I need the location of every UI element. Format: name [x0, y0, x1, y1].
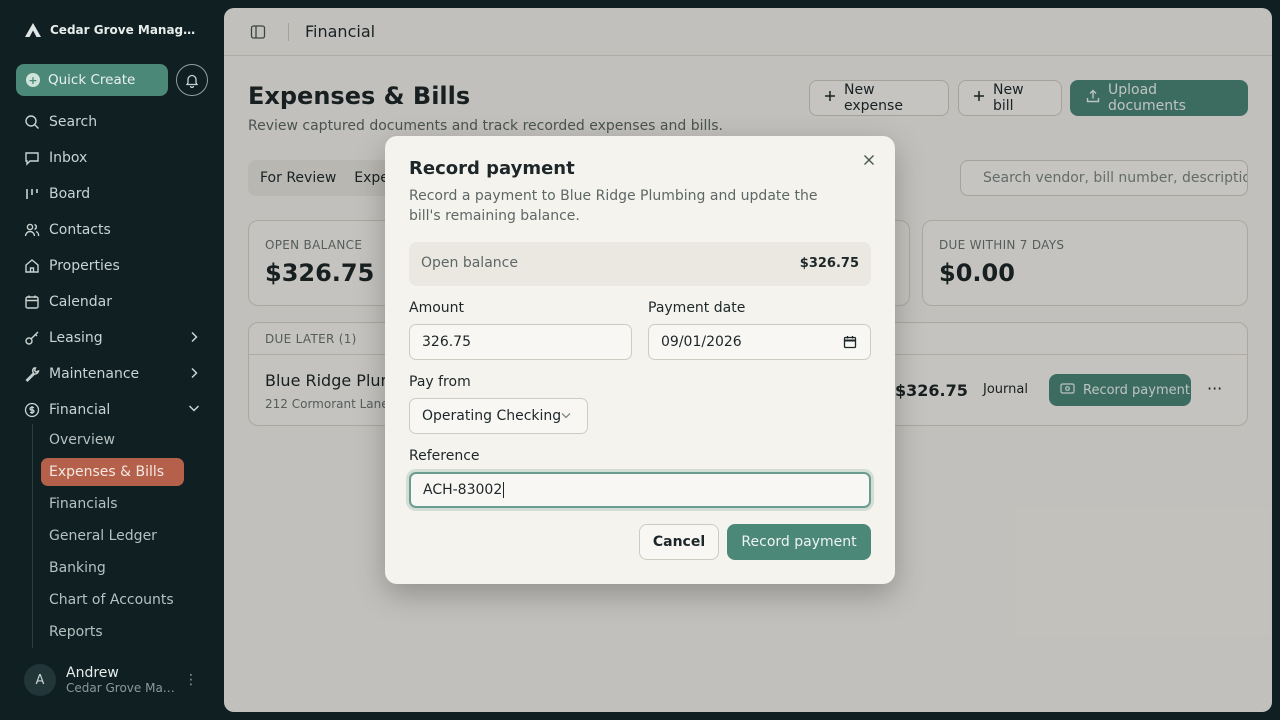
nav-maintenance[interactable]: Maintenance	[16, 356, 208, 392]
notifications-button[interactable]	[176, 64, 208, 96]
dialog-title: Record payment	[409, 158, 575, 179]
subnav-general-ledger[interactable]: General Ledger	[33, 520, 192, 552]
amount-value: 326.75	[422, 334, 471, 350]
nav-label: Financial	[49, 402, 111, 418]
reference-input[interactable]: ACH-83002	[409, 472, 871, 508]
balance-label: Open balance	[421, 255, 518, 271]
amount-field[interactable]: 326.75	[409, 324, 632, 360]
chevron-down-icon	[188, 405, 200, 412]
nav-label: Board	[49, 186, 91, 202]
dollar-circle-icon	[24, 402, 40, 418]
reference-label: Reference	[409, 448, 480, 464]
brand-name: Cedar Grove Management	[50, 23, 200, 37]
payment-date-value: 09/01/2026	[661, 334, 742, 350]
open-balance-summary: Open balance $326.75	[409, 242, 871, 286]
sidebar: Cedar Grove Management + Quick Create Se…	[0, 0, 224, 720]
search-icon	[25, 115, 39, 129]
subnav-chart-of-accounts[interactable]: Chart of Accounts	[33, 584, 192, 616]
payment-date-label: Payment date	[648, 300, 746, 316]
subnav-banking[interactable]: Banking	[33, 552, 192, 584]
balance-value: $326.75	[799, 256, 859, 271]
nav-label: Leasing	[49, 330, 103, 346]
nav-label: Inbox	[49, 150, 88, 166]
quick-create-button[interactable]: + Quick Create	[16, 64, 168, 96]
record-payment-button[interactable]: Record payment	[727, 524, 871, 560]
calendar-icon	[25, 295, 39, 309]
subnav-reports[interactable]: Reports	[33, 616, 192, 648]
nav-inbox[interactable]: Inbox	[16, 140, 208, 176]
nav-financial[interactable]: Financial	[16, 392, 208, 428]
text-caret	[503, 482, 505, 498]
payment-date-field[interactable]: 09/01/2026	[648, 324, 871, 360]
nav-leasing[interactable]: Leasing	[16, 320, 208, 356]
subnav-financials[interactable]: Financials	[33, 488, 192, 520]
bell-icon	[185, 74, 199, 88]
subnav-overview[interactable]: Overview	[33, 424, 192, 456]
chevron-down-icon	[561, 413, 571, 419]
main-nav: Search Inbox Board Contacts Properties C…	[16, 104, 208, 428]
message-icon	[25, 152, 39, 166]
financial-subnav: Overview Expenses & Bills Financials Gen…	[32, 424, 192, 648]
reference-value: ACH-83002	[423, 482, 503, 498]
nav-label: Search	[49, 114, 98, 130]
more-vertical-icon[interactable]: ⋮	[184, 672, 198, 688]
nav-label: Contacts	[49, 222, 111, 238]
subnav-expenses-bills[interactable]: Expenses & Bills	[41, 458, 184, 486]
pay-from-select[interactable]: Operating Checking	[409, 398, 588, 434]
dialog-description: Record a payment to Blue Ridge Plumbing …	[409, 188, 818, 224]
logo-icon	[24, 22, 42, 38]
user-name: Andrew	[66, 665, 119, 681]
nav-label: Properties	[49, 258, 120, 274]
cancel-button[interactable]: Cancel	[639, 524, 719, 560]
record-payment-dialog: Record payment Record a payment to Blue …	[385, 136, 895, 584]
users-icon	[24, 223, 40, 237]
chevron-right-icon	[191, 367, 198, 379]
close-icon[interactable]	[861, 152, 877, 168]
wrench-icon	[25, 367, 40, 382]
brand[interactable]: Cedar Grove Management	[24, 22, 200, 38]
amount-label: Amount	[409, 300, 465, 316]
nav-calendar[interactable]: Calendar	[16, 284, 208, 320]
plus-circle-icon: +	[26, 73, 40, 87]
nav-board[interactable]: Board	[16, 176, 208, 212]
home-icon	[25, 259, 39, 273]
nav-contacts[interactable]: Contacts	[16, 212, 208, 248]
calendar-icon[interactable]	[843, 335, 857, 349]
user-profile[interactable]: A Andrew Cedar Grove Management ⋮	[24, 664, 208, 696]
user-org: Cedar Grove Management	[66, 681, 178, 695]
pay-from-label: Pay from	[409, 374, 471, 390]
quick-create-label: Quick Create	[48, 72, 136, 88]
nav-properties[interactable]: Properties	[16, 248, 208, 284]
avatar: A	[24, 664, 56, 696]
pay-from-value: Operating Checking	[422, 408, 562, 424]
board-icon	[26, 189, 38, 199]
chevron-right-icon	[191, 331, 198, 343]
nav-label: Calendar	[49, 294, 112, 310]
nav-search[interactable]: Search	[16, 104, 208, 140]
nav-label: Maintenance	[49, 366, 140, 382]
key-icon	[25, 331, 39, 345]
